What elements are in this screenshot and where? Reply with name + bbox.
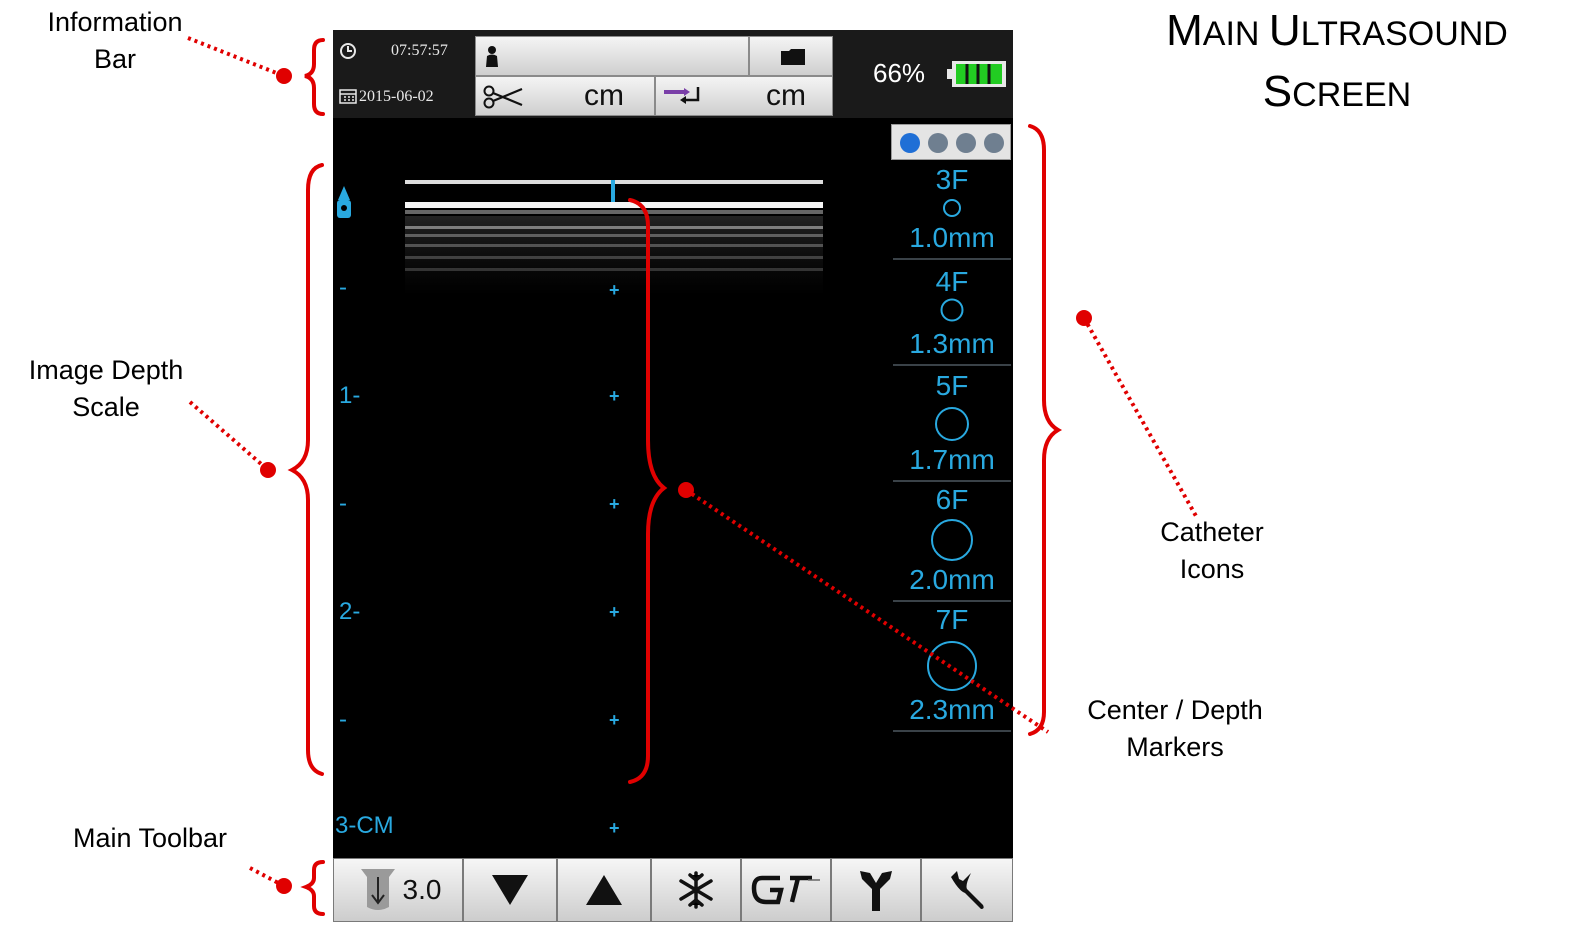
center-markers-brace [628, 198, 668, 784]
catheter-icons-brace [1028, 124, 1063, 736]
page-title: MAIN ULTRASOUND SCREEN [1166, 6, 1508, 116]
image-depth-scale-annotation: Image Depth Scale [28, 355, 184, 422]
annotation-overlay [187, 36, 1198, 916]
center-markers-leader [684, 488, 1050, 734]
catheter-icons-leader [1082, 317, 1198, 517]
information-bar-brace [304, 38, 325, 116]
image-depth-brace [287, 163, 324, 776]
catheter-icons-annotation: Catheter Icons [1160, 517, 1264, 584]
center-depth-markers-annotation: Center / Depth Markers [1087, 695, 1263, 762]
information-bar-annotation: Information Bar [47, 7, 183, 74]
main-toolbar-annotation: Main Toolbar [72, 823, 228, 853]
main-toolbar-brace [300, 860, 325, 916]
